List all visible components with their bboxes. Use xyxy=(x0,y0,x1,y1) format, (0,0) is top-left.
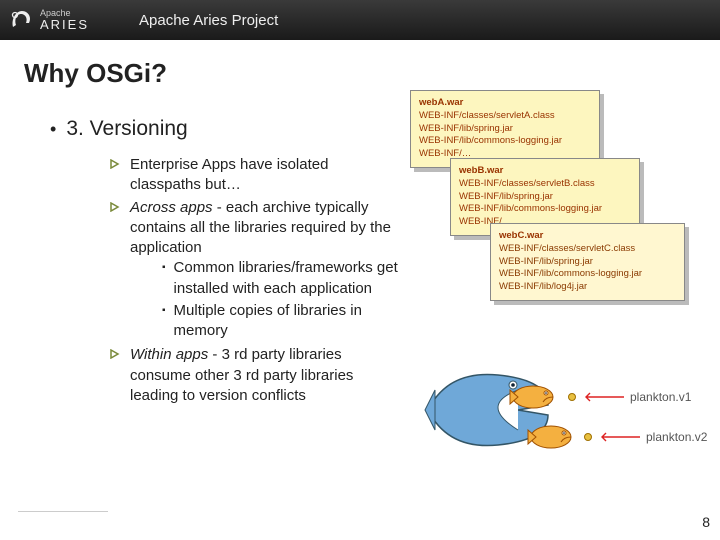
note-line: WEB-INF/lib/spring.jar xyxy=(499,256,676,269)
ram-icon xyxy=(8,7,34,33)
plankton-label-1: plankton.v1 xyxy=(568,390,708,404)
bullet-dot-icon: • xyxy=(50,119,56,140)
note-line: WEB-INF/classes/servletA.class xyxy=(419,110,591,123)
bullet-text: Across apps - each archive typically con… xyxy=(130,198,400,344)
square-bullet-icon: ▪ xyxy=(162,258,166,299)
note-title: webC.war xyxy=(499,230,676,243)
plankton-text: plankton.v2 xyxy=(646,430,707,444)
sub-list-item: ▪ Common libraries/frameworks get instal… xyxy=(162,258,400,299)
arrow-left-icon xyxy=(598,432,640,442)
note-line: WEB-INF/lib/spring.jar xyxy=(459,191,631,204)
arrow-left-icon xyxy=(582,392,624,402)
list-item: Within apps - 3 rd party libraries consu… xyxy=(110,345,400,406)
note-line: WEB-INF/classes/servletC.class xyxy=(499,243,676,256)
war-notes-group: webA.war WEB-INF/classes/servletA.class … xyxy=(410,90,710,290)
plankton-dot-icon xyxy=(584,433,592,441)
bullet-emphasis: Within apps xyxy=(130,346,208,363)
note-title: webB.war xyxy=(459,165,631,178)
small-fish-icon xyxy=(508,380,563,415)
note-line: WEB-INF/classes/servletB.class xyxy=(459,178,631,191)
chevron-right-icon xyxy=(110,349,120,359)
bullet-text: Enterprise Apps have isolated classpaths… xyxy=(130,155,400,196)
slide-title: Why OSGi? xyxy=(0,40,720,89)
footer-divider xyxy=(18,511,108,512)
note-line: WEB-INF/lib/commons-logging.jar xyxy=(499,268,676,281)
note-line: WEB-INF/lib/commons-logging.jar xyxy=(419,135,591,148)
slide-heading: 3. Versioning xyxy=(66,117,187,141)
page-number: 8 xyxy=(702,514,710,530)
plankton-dot-icon xyxy=(568,393,576,401)
list-item: Enterprise Apps have isolated classpaths… xyxy=(110,155,400,196)
note-title: webA.war xyxy=(419,97,591,110)
apache-aries-logo: Apache ARIES xyxy=(8,7,89,33)
sub-bullet-text: Multiple copies of libraries in memory xyxy=(174,301,400,342)
bullet-text: Within apps - 3 rd party libraries consu… xyxy=(130,345,400,406)
bullet-emphasis: Across apps xyxy=(130,199,213,216)
logo-text-big: ARIES xyxy=(40,18,89,31)
plankton-text: plankton.v1 xyxy=(630,390,691,404)
sub-list-item: ▪ Multiple copies of libraries in memory xyxy=(162,301,400,342)
small-fish-icon xyxy=(526,420,581,455)
note-line: WEB-INF/lib/log4j.jar xyxy=(499,281,676,294)
chevron-right-icon xyxy=(110,202,120,212)
slide-header: Apache ARIES Apache Aries Project xyxy=(0,0,720,40)
sticky-note-a: webA.war WEB-INF/classes/servletA.class … xyxy=(410,90,600,168)
note-line: WEB-INF/lib/commons-logging.jar xyxy=(459,203,631,216)
version-conflict-diagram: plankton.v1 plankton.v2 xyxy=(418,350,708,470)
square-bullet-icon: ▪ xyxy=(162,301,166,342)
sticky-note-c: webC.war WEB-INF/classes/servletC.class … xyxy=(490,223,685,301)
plankton-label-2: plankton.v2 xyxy=(584,430,720,444)
chevron-right-icon xyxy=(110,159,120,169)
list-item: Across apps - each archive typically con… xyxy=(110,198,400,344)
sub-bullet-text: Common libraries/frameworks get installe… xyxy=(174,258,400,299)
note-line: WEB-INF/lib/spring.jar xyxy=(419,123,591,136)
project-title: Apache Aries Project xyxy=(139,12,278,29)
